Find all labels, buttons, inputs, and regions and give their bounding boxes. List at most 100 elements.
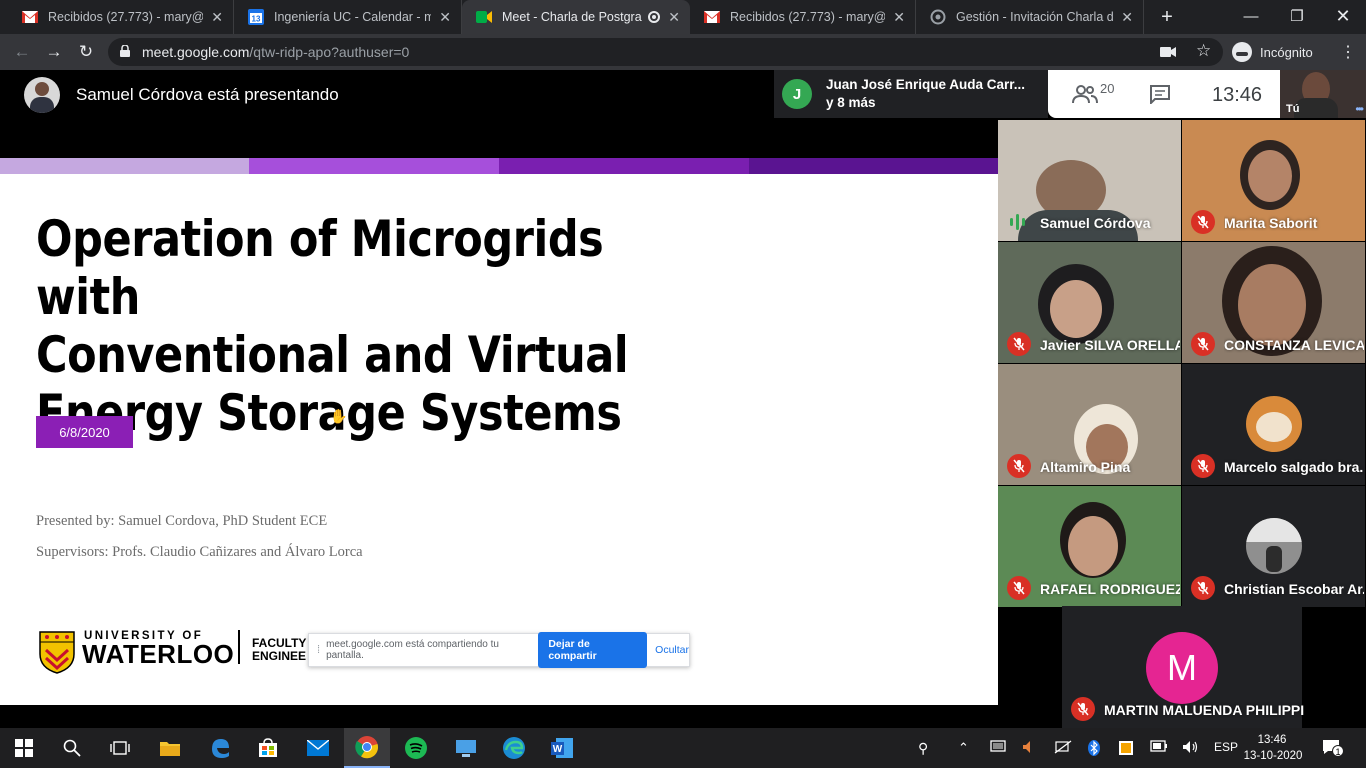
svg-text:13: 13 (252, 15, 261, 24)
recording-icon (648, 11, 661, 23)
shared-slide: Operation of Microgrids with Conventiona… (0, 158, 998, 705)
people-tray-icon[interactable]: ⚲ (918, 740, 928, 757)
camera-icon[interactable] (1160, 46, 1176, 58)
browser-toolbar: ← → ↻ meet.google.com/qtw-ridp-apo?authu… (0, 34, 1366, 70)
show-hidden-icons-icon[interactable]: ⌃ (958, 740, 969, 756)
restore-button[interactable]: ❐ (1274, 0, 1320, 32)
store-icon[interactable] (256, 736, 280, 760)
notification-badge: 1 (1332, 745, 1344, 757)
back-button[interactable]: ← (10, 40, 34, 64)
gmail-icon (22, 9, 38, 25)
meet-controls: 20 13:46 (1048, 70, 1280, 118)
university-logo: UNIVERSITY OF WATERLOO FACULTY ENGINEE (38, 628, 318, 678)
clock-area[interactable]: 13:46 13-10-2020 (1244, 732, 1303, 764)
security-tray-icon[interactable] (1118, 740, 1134, 759)
slide-stripe-2 (249, 158, 499, 174)
tab-gmail-1[interactable]: Recibidos (27.773) - mary@ing ✕ (8, 0, 234, 34)
mic-off-icon (1191, 454, 1215, 478)
incognito-icon (1232, 42, 1252, 62)
date-badge: 6/8/2020 (36, 416, 133, 448)
participant-tile[interactable]: CONSTANZA LEVICA... (1182, 242, 1365, 363)
edge-legacy-icon[interactable] (208, 736, 232, 760)
word-icon[interactable]: W (550, 736, 574, 760)
search-icon[interactable] (60, 736, 84, 760)
tab-calendar[interactable]: 13 Ingeniería UC - Calendar - mar ✕ (234, 0, 462, 34)
bookmark-star-icon[interactable]: ☆ (1196, 41, 1211, 61)
notification-avatar: J (782, 79, 812, 109)
slide-stripe-3 (499, 158, 749, 174)
reload-button[interactable]: ↻ (74, 40, 98, 64)
new-tab-button[interactable]: + (1144, 1, 1190, 33)
webex-icon (930, 9, 946, 25)
mic-off-icon (1007, 332, 1031, 356)
chat-icon[interactable] (1150, 85, 1170, 104)
close-tab-icon[interactable]: ✕ (893, 9, 905, 26)
close-tab-icon[interactable]: ✕ (211, 9, 223, 26)
participant-avatar (1246, 396, 1302, 452)
tab-meet[interactable]: Meet - Charla de Postgrad ✕ (462, 0, 690, 34)
tab-webex[interactable]: Gestión - Invitación Charla de ✕ (916, 0, 1144, 34)
self-label: Tú (1286, 103, 1300, 115)
close-tab-icon[interactable]: ✕ (1121, 9, 1133, 26)
battery-icon[interactable] (1150, 740, 1168, 755)
hand-cursor-icon: ✋ (330, 408, 348, 424)
spotify-icon[interactable] (404, 736, 428, 760)
join-notification: J Juan José Enrique Auda Carr... y 8 más (774, 70, 1048, 118)
supervisors-line: Supervisors: Profs. Claudio Cañizares an… (36, 544, 363, 560)
forward-button[interactable]: → (42, 40, 66, 64)
display-tray-icon[interactable] (990, 740, 1006, 757)
participant-avatar (1246, 518, 1302, 574)
remote-desktop-icon[interactable] (454, 736, 478, 760)
task-view-icon[interactable] (108, 736, 132, 760)
presenting-text: Samuel Córdova está presentando (76, 85, 339, 104)
participant-tile[interactable]: M MARTIN MALUENDA PHILIPPI (1062, 606, 1304, 728)
people-count: 20 (1100, 81, 1115, 96)
address-bar[interactable]: meet.google.com/qtw-ridp-apo?authuser=0 … (108, 38, 1223, 66)
action-center-icon[interactable]: 1 (1322, 739, 1344, 757)
lock-icon (120, 45, 130, 57)
presenter-line: Presented by: Samuel Cordova, PhD Studen… (36, 513, 328, 529)
participant-tile[interactable]: Samuel Córdova (998, 120, 1181, 241)
close-tab-icon[interactable]: ✕ (439, 9, 451, 26)
chrome-taskbar-icon[interactable] (344, 728, 390, 768)
file-explorer-icon[interactable] (158, 736, 182, 760)
slide-stripe-4 (749, 158, 998, 174)
menu-kebab-icon[interactable]: ⋮ (1336, 40, 1360, 64)
meet-window: Samuel Córdova está presentando Operatio… (0, 70, 1366, 728)
start-button[interactable] (12, 736, 36, 760)
language-indicator[interactable]: ESP (1214, 740, 1238, 754)
self-preview-tile[interactable]: Tú ••• (1280, 70, 1366, 118)
gmail-icon (704, 9, 720, 25)
tab-gmail-2[interactable]: Recibidos (27.773) - mary@ing ✕ (690, 0, 916, 34)
drag-handle-icon[interactable]: ⁞ (317, 644, 320, 656)
tab-strip: Recibidos (27.773) - mary@ing ✕ 13 Ingen… (0, 0, 1366, 34)
more-options-icon[interactable]: ••• (1355, 102, 1363, 116)
windows-taskbar: W ⚲ ⌃ ESP 13:46 13-10-2020 1 (0, 728, 1366, 768)
participant-tile[interactable]: Christian Escobar Ar... (1182, 486, 1365, 607)
incognito-indicator[interactable]: Incógnito (1232, 39, 1313, 65)
participant-tile[interactable]: Marita Saborit (1182, 120, 1365, 241)
presenter-avatar (24, 77, 60, 113)
volume-icon[interactable] (1182, 740, 1200, 757)
stop-sharing-button[interactable]: Dejar de compartir (538, 632, 648, 668)
edge-icon[interactable] (502, 736, 526, 760)
uw-crest-icon (39, 631, 75, 674)
mail-icon[interactable] (306, 736, 330, 760)
minimize-button[interactable]: — (1228, 0, 1274, 32)
participant-tile[interactable]: Javier SILVA ORELLA... (998, 242, 1181, 363)
bluetooth-icon[interactable] (1088, 740, 1100, 759)
close-tab-icon[interactable]: ✕ (668, 9, 680, 26)
close-window-button[interactable]: ✕ (1320, 0, 1366, 32)
participant-tile[interactable]: Altamiro Pina (998, 364, 1181, 485)
mic-off-icon (1191, 210, 1215, 234)
meet-icon (476, 9, 492, 25)
screen-share-bar: ⁞ meet.google.com está compartiendo tu p… (308, 632, 690, 668)
people-icon[interactable] (1072, 84, 1098, 104)
svg-text:W: W (553, 744, 563, 755)
network-off-icon[interactable] (1054, 740, 1072, 757)
speaker-tray-icon[interactable] (1022, 740, 1036, 757)
participant-tile[interactable]: RAFAEL RODRIGUEZ ... (998, 486, 1181, 607)
hide-share-bar-link[interactable]: Ocultar (655, 644, 689, 656)
share-bar-text: meet.google.com está compartiendo tu pan… (326, 639, 499, 661)
participant-tile[interactable]: Marcelo salgado bra... (1182, 364, 1365, 485)
